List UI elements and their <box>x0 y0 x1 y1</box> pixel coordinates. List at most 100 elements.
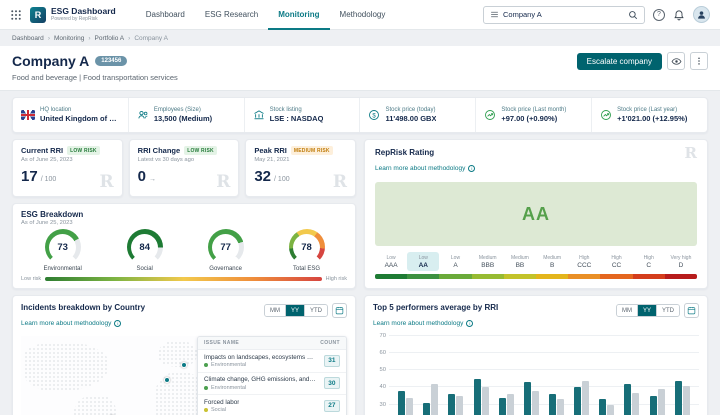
rri-card-title: Current RRI <box>21 146 63 155</box>
bar-peer-average[interactable] <box>456 396 463 415</box>
scale-grade-label: BBB <box>472 262 504 269</box>
bar-company-average[interactable] <box>423 403 430 415</box>
bar-peer-average[interactable] <box>557 399 564 415</box>
bar-company-average[interactable] <box>549 394 556 415</box>
search-input[interactable] <box>503 10 624 19</box>
risk-gradient-bar <box>45 277 321 281</box>
apps-grid-icon[interactable] <box>10 9 22 21</box>
watch-eye-button[interactable] <box>667 52 685 70</box>
calendar-icon[interactable] <box>684 303 699 318</box>
esg-breakdown-card: ESG Breakdown As of June 25, 2023 73Envi… <box>12 203 356 289</box>
nav-item-methodology[interactable]: Methodology <box>330 0 396 30</box>
info-text: Employees (Size)13,500 (Medium) <box>154 107 212 123</box>
rri-value: 17 <box>21 168 38 185</box>
incidents-methodology-link[interactable]: Learn more about methodology i <box>21 320 121 327</box>
performers-period-yy[interactable]: YY <box>637 305 656 316</box>
map-marker[interactable] <box>181 362 187 368</box>
bar-company-average[interactable] <box>524 382 531 415</box>
rating-scale-aaa: LowAAA <box>375 252 407 271</box>
reprisk-watermark: R <box>333 174 347 191</box>
gauge-ring: 73 <box>45 229 81 265</box>
esg-title: ESG Breakdown <box>21 210 347 219</box>
incident-count: 27 <box>324 400 340 412</box>
incident-row[interactable]: Climate change, GHG emissions, and gl...… <box>198 373 346 396</box>
bar-group <box>448 336 463 415</box>
bar-company-average[interactable] <box>675 381 682 415</box>
calendar-icon[interactable] <box>332 303 347 318</box>
info-value: LSE : NASDAQ <box>270 114 324 123</box>
bar-company-average[interactable] <box>624 384 631 415</box>
bar-peer-average[interactable] <box>532 391 539 415</box>
bars-container <box>389 336 699 415</box>
bar-company-average[interactable] <box>499 398 506 415</box>
dollar-icon: $ <box>368 109 380 121</box>
bar-peer-average[interactable] <box>658 389 665 415</box>
landmass <box>158 341 197 367</box>
gauge-label: Governance <box>208 266 244 272</box>
rri-suffix: / 100 <box>274 176 290 183</box>
incident-row[interactable]: Impacts on landscapes, ecosystems an...E… <box>198 350 346 373</box>
performers-methodology-link[interactable]: Learn more about methodology i <box>373 320 473 327</box>
gauge-social: 84Social <box>127 229 163 272</box>
performers-title: Top 5 performers average by RRI <box>373 303 498 312</box>
info-cell-employees-size: Employees (Size)13,500 (Medium) <box>128 98 244 132</box>
bar-peer-average[interactable] <box>683 386 690 415</box>
performers-period-ytd[interactable]: YTD <box>656 305 679 316</box>
bar-peer-average[interactable] <box>431 384 438 415</box>
category-name: Social <box>211 407 226 413</box>
performers-period-mm[interactable]: MM <box>617 305 637 316</box>
incident-category: Environmental <box>204 385 316 391</box>
rri-card-header: Peak RRIMEDIUM RISK <box>254 146 347 155</box>
app-logo[interactable]: R ESG Dashboard Powered by RepRisk <box>30 7 116 23</box>
kebab-menu-button[interactable] <box>690 52 708 70</box>
incidents-period-yy[interactable]: YY <box>285 305 304 316</box>
bar-peer-average[interactable] <box>632 393 639 415</box>
bar-peer-average[interactable] <box>582 381 589 415</box>
bar-company-average[interactable] <box>599 399 606 415</box>
incident-count: 30 <box>324 377 340 389</box>
methodology-link-text: Learn more about methodology <box>373 320 463 327</box>
rating-scale-ccc: HighCCC <box>568 252 600 271</box>
incidents-period-mm[interactable]: MM <box>265 305 285 316</box>
breadcrumb-item-company-a[interactable]: Company A <box>134 35 168 42</box>
bar-company-average[interactable] <box>474 379 481 415</box>
breadcrumb-item-monitoring[interactable]: Monitoring <box>54 35 84 42</box>
nav-item-dashboard[interactable]: Dashboard <box>136 0 195 30</box>
nav-item-monitoring[interactable]: Monitoring <box>268 0 329 30</box>
performers-titles: Top 5 performers average by RRI Learn mo… <box>373 303 498 330</box>
bar-company-average[interactable] <box>650 396 657 415</box>
user-avatar[interactable] <box>693 6 710 23</box>
category-name: Environmental <box>211 385 246 391</box>
rating-methodology-link[interactable]: Learn more about methodology i <box>375 165 475 172</box>
escalate-company-button[interactable]: Escalate company <box>577 53 662 70</box>
bar-peer-average[interactable] <box>482 387 489 415</box>
rri-value: 32 <box>254 168 271 185</box>
bar-company-average[interactable] <box>448 394 455 415</box>
incidents-period-ytd[interactable]: YTD <box>304 305 327 316</box>
bell-icon[interactable] <box>673 9 685 21</box>
search-box[interactable] <box>483 6 645 24</box>
bar-peer-average[interactable] <box>507 394 514 415</box>
incidents-card-body: ISSUE NAME COUNT Impacts on landscapes, … <box>21 336 347 415</box>
colorbar-segment <box>600 274 632 279</box>
bar-group <box>423 336 438 415</box>
info-text: Stock listingLSE : NASDAQ <box>270 107 324 123</box>
incident-info: Forced laborSocial <box>204 399 239 414</box>
bar-company-average[interactable] <box>574 387 581 415</box>
bar-peer-average[interactable] <box>406 398 413 415</box>
incident-row[interactable]: Forced laborSocial 27 <box>198 395 346 415</box>
nav-item-esg-research[interactable]: ESG Research <box>195 0 268 30</box>
bar-peer-average[interactable] <box>607 405 614 415</box>
rating-scale: LowAAALowAALowAMediumBBBMediumBBMediumBH… <box>375 252 697 271</box>
info-icon: i <box>114 320 121 327</box>
bar-company-average[interactable] <box>398 391 405 415</box>
breadcrumb-item-dashboard[interactable]: Dashboard <box>12 35 44 42</box>
scale-risk-label: Medium <box>504 255 536 261</box>
breadcrumb-item-portfolio-a[interactable]: Portfolio A <box>95 35 125 42</box>
rating-scale-c: HighC <box>633 252 665 271</box>
help-icon[interactable]: ? <box>653 9 665 21</box>
gauge-ring: 78 <box>289 229 325 265</box>
search-icon[interactable] <box>628 10 638 20</box>
scale-grade-label: CCC <box>568 262 600 269</box>
logo-icon: R <box>30 7 46 23</box>
